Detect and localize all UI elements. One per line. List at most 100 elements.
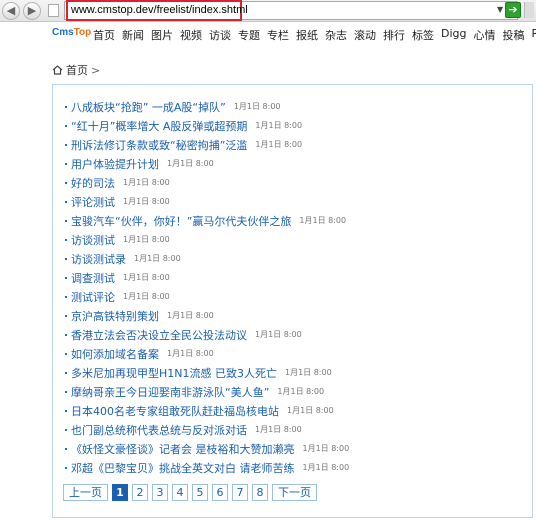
list-item: 宝骏汽车“伙伴，你好！”赢马尔代夫伙伴之旅 1月1日 8:00 xyxy=(65,211,349,230)
bullet-icon xyxy=(65,124,67,127)
pagination: 上一页 1 2 3 4 5 6 7 8 下一页 xyxy=(63,484,321,501)
nav-item[interactable]: 新闻 xyxy=(122,27,144,43)
bullet-icon xyxy=(65,295,67,298)
forward-button[interactable]: ▶ xyxy=(23,2,41,20)
article-title-link[interactable]: 测试评论 xyxy=(71,289,115,305)
list-item: 多米尼加再现甲型H1N1流感 已致3人死亡 1月1日 8:00 xyxy=(65,363,349,382)
article-title-link[interactable]: 用户体验提升计划 xyxy=(71,156,159,172)
nav-item[interactable]: Digg xyxy=(441,27,467,43)
page-number-button[interactable]: 3 xyxy=(152,484,168,501)
home-icon xyxy=(52,65,63,75)
article-date: 1月1日 8:00 xyxy=(255,425,302,434)
article-date: 1月1日 8:00 xyxy=(285,368,332,377)
article-title-link[interactable]: 刑诉法修订条款或致“秘密拘捕”泛滥 xyxy=(71,137,247,153)
page-number-button[interactable]: 4 xyxy=(172,484,188,501)
bullet-icon xyxy=(65,390,67,393)
list-item: 用户体验提升计划 1月1日 8:00 xyxy=(65,154,349,173)
page-number-button[interactable]: 2 xyxy=(132,484,148,501)
article-date: 1月1日 8:00 xyxy=(134,254,181,263)
article-date: 1月1日 8:00 xyxy=(123,178,170,187)
nav-item[interactable]: 视频 xyxy=(180,27,202,43)
article-title-link[interactable]: 调查测试 xyxy=(71,270,115,286)
list-item: “红十月”概率增大 A股反弹或超预期 1月1日 8:00 xyxy=(65,116,349,135)
nav-item[interactable]: 心情 xyxy=(474,27,496,43)
article-title-link[interactable]: 宝骏汽车“伙伴，你好！”赢马尔代夫伙伴之旅 xyxy=(71,213,291,229)
article-title-link[interactable]: 访谈测试 xyxy=(71,232,115,248)
page-number-button[interactable]: 1 xyxy=(112,484,128,501)
article-date: 1月1日 8:00 xyxy=(167,311,214,320)
browser-toolbar: ◀ ▶ www.cmstop.dev/freelist/index.shtml … xyxy=(0,0,536,22)
page-number-button[interactable]: 6 xyxy=(212,484,228,501)
logo-main-text: Cms xyxy=(52,27,74,38)
article-title-link[interactable]: “红十月”概率增大 A股反弹或超预期 xyxy=(71,118,247,134)
url-text[interactable]: www.cmstop.dev/freelist/index.shtml xyxy=(71,4,248,16)
nav-item[interactable]: 专栏 xyxy=(267,27,289,43)
article-date: 1月1日 8:00 xyxy=(255,121,303,130)
article-title-link[interactable]: 八成板块“抢跑” 一成A股“掉队” xyxy=(71,99,226,115)
article-date: 1月1日 8:00 xyxy=(167,349,214,358)
next-page-button[interactable]: 下一页 xyxy=(272,484,317,501)
breadcrumb-home-link[interactable]: 首页 xyxy=(66,62,88,78)
article-title-link[interactable]: 京沪高铁特别策划 xyxy=(71,308,159,324)
nav-item[interactable]: 专题 xyxy=(238,27,260,43)
page-number-button[interactable]: 7 xyxy=(232,484,248,501)
bullet-icon xyxy=(65,352,67,355)
go-button[interactable]: ➔ xyxy=(505,2,521,18)
article-date: 1月1日 8:00 xyxy=(255,140,303,149)
article-date: 1月1日 8:00 xyxy=(287,406,334,415)
list-item: 测试评论 1月1日 8:00 xyxy=(65,287,349,306)
nav-item[interactable]: 标签 xyxy=(412,27,434,43)
article-title-link[interactable]: 也门副总统称代表总统与反对派对话 xyxy=(71,422,247,438)
article-title-link[interactable]: 香港立法会否决设立全民公投法动议 xyxy=(71,327,247,343)
bullet-icon xyxy=(65,276,67,279)
list-item: 也门副总统称代表总统与反对派对话 1月1日 8:00 xyxy=(65,420,349,439)
nav-item[interactable]: 访谈 xyxy=(209,27,231,43)
list-item: 八成板块“抢跑” 一成A股“掉队” 1月1日 8:00 xyxy=(65,97,349,116)
nav-item[interactable]: 报纸 xyxy=(296,27,318,43)
toolbar-edge xyxy=(524,2,534,18)
article-date: 1月1日 8:00 xyxy=(123,292,170,301)
article-title-link[interactable]: 评论测试 xyxy=(71,194,115,210)
article-title-link[interactable]: 日本400名老专家组敢死队赶赴福岛核电站 xyxy=(71,403,279,419)
article-date: 1月1日 8:00 xyxy=(299,216,347,225)
bullet-icon xyxy=(65,143,67,146)
nav-item[interactable]: 图片 xyxy=(151,27,173,43)
page-number-button[interactable]: 8 xyxy=(252,484,268,501)
article-title-link[interactable]: 多米尼加再现甲型H1N1流感 已致3人死亡 xyxy=(71,365,277,381)
breadcrumb-separator: > xyxy=(91,63,101,77)
nav-item[interactable]: 首页 xyxy=(93,27,115,43)
nav-item[interactable]: 投稿 xyxy=(503,27,525,43)
list-item: 《妖怪文豪怪谈》记者会 是枝裕和大赞加濑亮 1月1日 8:00 xyxy=(65,439,349,458)
article-title-link[interactable]: 《妖怪文豪怪谈》记者会 是枝裕和大赞加濑亮 xyxy=(71,441,295,457)
back-arrow-icon: ◀ xyxy=(6,4,16,17)
logo-accent-text: Top xyxy=(73,27,92,38)
nav-item[interactable]: 滚动 xyxy=(354,27,376,43)
page-number-button[interactable]: 5 xyxy=(192,484,208,501)
list-item: 刑诉法修订条款或致“秘密拘捕”泛滥 1月1日 8:00 xyxy=(65,135,349,154)
bullet-icon xyxy=(65,314,67,317)
article-title-link[interactable]: 如何添加域名备案 xyxy=(71,346,159,362)
bullet-icon xyxy=(65,466,67,469)
page-icon xyxy=(48,4,59,17)
bullet-icon xyxy=(65,238,67,241)
prev-page-button[interactable]: 上一页 xyxy=(63,484,108,501)
list-item: 访谈测试录 1月1日 8:00 xyxy=(65,249,349,268)
nav-item[interactable]: 排行 xyxy=(383,27,405,43)
article-title-link[interactable]: 访谈测试录 xyxy=(71,251,126,267)
article-date: 1月1日 8:00 xyxy=(233,102,281,111)
site-logo[interactable]: CmsTop xyxy=(52,27,91,38)
article-date: 1月1日 8:00 xyxy=(302,444,350,453)
forward-arrow-icon: ▶ xyxy=(27,4,37,17)
list-item: 摩纳哥亲王今日迎娶南非游泳队“美人鱼” 1月1日 8:00 xyxy=(65,382,349,401)
nav-item[interactable]: RSS xyxy=(532,27,536,43)
article-date: 1月1日 8:00 xyxy=(167,159,214,168)
article-title-link[interactable]: 邓超《巴黎宝贝》挑战全英文对白 请老师苦练 xyxy=(71,460,295,476)
list-item: 评论测试 1月1日 8:00 xyxy=(65,192,349,211)
bullet-icon xyxy=(65,105,67,108)
article-title-link[interactable]: 摩纳哥亲王今日迎娶南非游泳队“美人鱼” xyxy=(71,384,269,400)
back-button[interactable]: ◀ xyxy=(2,2,20,20)
nav-item[interactable]: 杂志 xyxy=(325,27,347,43)
chevron-down-icon[interactable]: ▼ xyxy=(497,5,503,14)
article-date: 1月1日 8:00 xyxy=(123,197,170,206)
article-title-link[interactable]: 好的司法 xyxy=(71,175,115,191)
